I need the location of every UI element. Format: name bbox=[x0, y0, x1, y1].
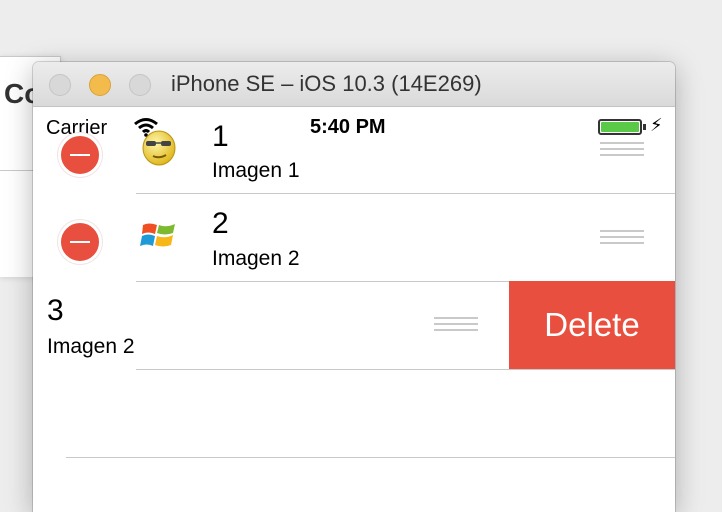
windows-logo-icon bbox=[140, 223, 175, 247]
reorder-handle-row-3[interactable] bbox=[434, 317, 478, 333]
window-titlebar[interactable]: iPhone SE – iOS 10.3 (14E269) bbox=[33, 62, 675, 107]
row-3-title[interactable]: 3 bbox=[47, 294, 64, 328]
delete-control-row-2[interactable] bbox=[58, 220, 102, 264]
reorder-handle-row-1[interactable] bbox=[600, 142, 644, 158]
battery-tip bbox=[643, 124, 646, 130]
device-screen: Carrier 5:40 PM ⚡ 1 Imagen 1 2 Imagen 2 … bbox=[33, 107, 675, 512]
battery-icon bbox=[598, 119, 642, 135]
row-separator bbox=[136, 193, 675, 194]
row-2-title: 2 bbox=[212, 207, 229, 240]
status-time: 5:40 PM bbox=[310, 116, 386, 138]
row-separator bbox=[66, 457, 675, 458]
row-separator bbox=[136, 369, 675, 370]
minimize-window-button[interactable] bbox=[89, 74, 111, 96]
close-window-button[interactable] bbox=[49, 74, 71, 96]
row-1-title: 1 bbox=[212, 120, 229, 153]
simulator-window: iPhone SE – iOS 10.3 (14E269) Carrier 5:… bbox=[33, 62, 675, 512]
row-3-subtitle: Imagen 2 bbox=[47, 335, 135, 358]
delete-control-row-1[interactable] bbox=[58, 133, 102, 177]
emoji-face-icon bbox=[142, 130, 176, 166]
row-2-subtitle: Imagen 2 bbox=[212, 247, 300, 270]
zoom-window-button[interactable] bbox=[129, 74, 151, 96]
delete-button[interactable]: Delete bbox=[509, 281, 675, 369]
row-1-subtitle: Imagen 1 bbox=[212, 159, 300, 182]
reorder-handle-row-2[interactable] bbox=[600, 230, 644, 246]
window-title: iPhone SE – iOS 10.3 (14E269) bbox=[171, 71, 482, 96]
status-bar: Carrier 5:40 PM ⚡ bbox=[33, 107, 675, 147]
battery-level-fill bbox=[601, 122, 639, 132]
charging-bolt-icon: ⚡ bbox=[650, 115, 663, 135]
